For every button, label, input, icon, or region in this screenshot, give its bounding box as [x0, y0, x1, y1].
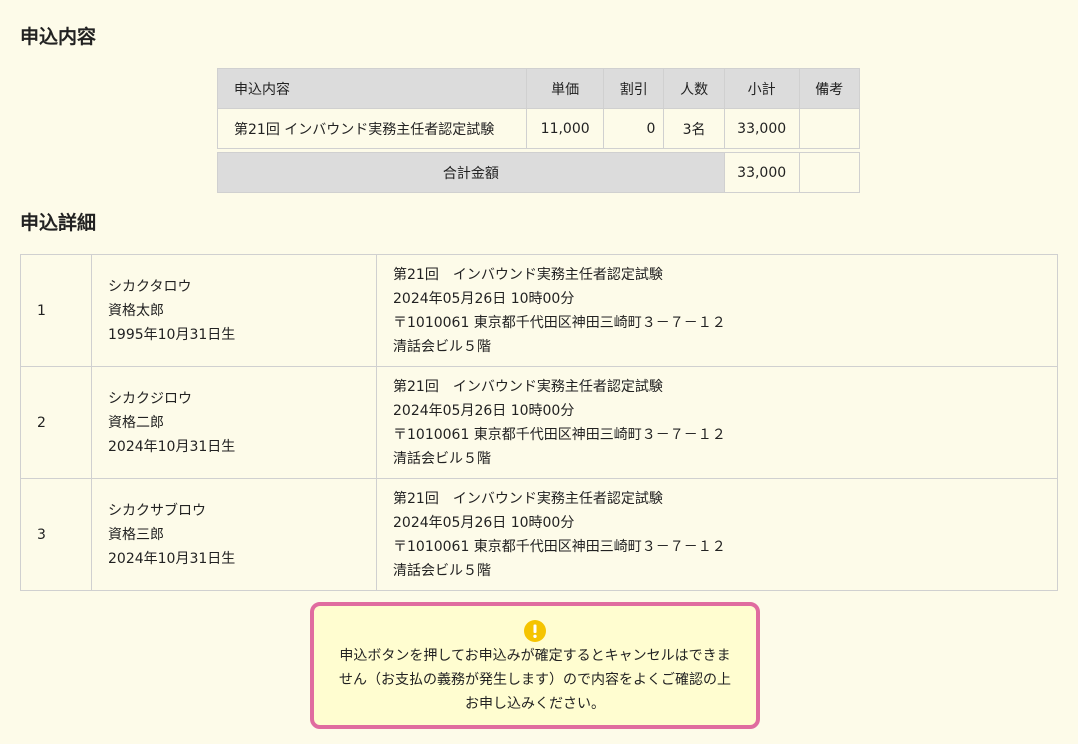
applicant-birthdate: 2024年10月31日生 — [108, 550, 236, 567]
applicant-birthdate: 1995年10月31日生 — [108, 326, 236, 343]
exam-building: 清話会ビル５階 — [393, 562, 491, 579]
table-row: 2 シカクジロウ 資格二郎 2024年10月31日生 第21回 インバウンド実務… — [20, 366, 1058, 479]
warning-icon — [524, 620, 546, 642]
applicant-exam-info: 第21回 インバウンド実務主任者認定試験 2024年05月26日 10時00分 … — [376, 366, 1058, 479]
applicant-name: 資格二郎 — [108, 414, 164, 431]
notice-message: 申込ボタンを押してお申込みが確定するとキャンセルはできま せん（お支払の義務が発… — [314, 644, 756, 716]
applicant-kana: シカクタロウ — [108, 278, 192, 295]
col-header-price: 単価 — [526, 68, 605, 109]
notice-line-3: お申し込みください。 — [465, 696, 605, 712]
applicant-name: 資格三郎 — [108, 526, 164, 543]
order-item-subtotal: 33,000 — [723, 108, 800, 149]
exam-name: 第21回 インバウンド実務主任者認定試験 — [393, 266, 663, 283]
table-row: 3 シカクサブロウ 資格三郎 2024年10月31日生 第21回 インバウンド実… — [20, 478, 1058, 591]
applicant-number: 1 — [20, 254, 92, 367]
exam-address: 〒1010061 東京都千代田区神田三崎町３－７－１２ — [393, 314, 726, 331]
applicant-exam-info: 第21回 インバウンド実務主任者認定試験 2024年05月26日 10時00分 … — [376, 254, 1058, 367]
exam-address: 〒1010061 東京都千代田区神田三崎町３－７－１２ — [393, 426, 726, 443]
exam-datetime: 2024年05月26日 10時00分 — [393, 290, 575, 307]
exam-datetime: 2024年05月26日 10時00分 — [393, 514, 575, 531]
applicant-number: 3 — [20, 478, 92, 591]
cancellation-notice: 申込ボタンを押してお申込みが確定するとキャンセルはできま せん（お支払の義務が発… — [310, 602, 760, 729]
order-section-heading: 申込内容 — [20, 26, 97, 48]
applicant-person: シカクサブロウ 資格三郎 2024年10月31日生 — [91, 478, 377, 591]
col-header-people: 人数 — [663, 68, 725, 109]
exam-building: 清話会ビル５階 — [393, 450, 491, 467]
applicant-birthdate: 2024年10月31日生 — [108, 438, 236, 455]
col-header-discount: 割引 — [603, 68, 665, 109]
order-total-label: 合計金額 — [217, 152, 725, 193]
order-total-row: 合計金額 33,000 — [217, 152, 861, 193]
notice-line-2: せん（お支払の義務が発生します）ので内容をよくご確認の上 — [339, 672, 731, 688]
applicant-kana: シカクサブロウ — [108, 502, 206, 519]
order-item-people: 3名 — [663, 108, 725, 149]
exam-datetime: 2024年05月26日 10時00分 — [393, 402, 575, 419]
applicant-table: 1 シカクタロウ 資格太郎 1995年10月31日生 第21回 インバウンド実務… — [20, 254, 1058, 591]
applicant-exam-info: 第21回 インバウンド実務主任者認定試験 2024年05月26日 10時00分 … — [376, 478, 1058, 591]
detail-section-heading: 申込詳細 — [20, 212, 97, 234]
order-table-header: 申込内容 単価 割引 人数 小計 備考 — [216, 68, 861, 109]
col-header-note: 備考 — [798, 68, 861, 109]
table-row: 1 シカクタロウ 資格太郎 1995年10月31日生 第21回 インバウンド実務… — [20, 254, 1058, 367]
order-item-discount: 0 — [603, 108, 665, 149]
exam-name: 第21回 インバウンド実務主任者認定試験 — [393, 378, 663, 395]
applicant-person: シカクジロウ 資格二郎 2024年10月31日生 — [91, 366, 377, 479]
col-header-item: 申込内容 — [216, 68, 528, 109]
order-table: 申込内容 単価 割引 人数 小計 備考 第21回 インバウンド実務主任者認定試験… — [216, 68, 861, 193]
order-total-note — [798, 152, 861, 193]
notice-line-1: 申込ボタンを押してお申込みが確定するとキャンセルはできま — [339, 648, 731, 664]
order-item-price: 11,000 — [526, 108, 605, 149]
exam-building: 清話会ビル５階 — [393, 338, 491, 355]
applicant-kana: シカクジロウ — [108, 390, 192, 407]
table-row: 第21回 インバウンド実務主任者認定試験 11,000 0 3名 33,000 — [216, 108, 861, 149]
applicant-person: シカクタロウ 資格太郎 1995年10月31日生 — [91, 254, 377, 367]
exam-name: 第21回 インバウンド実務主任者認定試験 — [393, 490, 663, 507]
col-header-subtotal: 小計 — [723, 68, 800, 109]
order-item-title: 第21回 インバウンド実務主任者認定試験 — [216, 108, 528, 149]
exam-address: 〒1010061 東京都千代田区神田三崎町３－７－１２ — [393, 538, 726, 555]
order-total-value: 33,000 — [723, 152, 800, 193]
applicant-name: 資格太郎 — [108, 302, 164, 319]
applicant-number: 2 — [20, 366, 92, 479]
order-item-note — [798, 108, 861, 149]
